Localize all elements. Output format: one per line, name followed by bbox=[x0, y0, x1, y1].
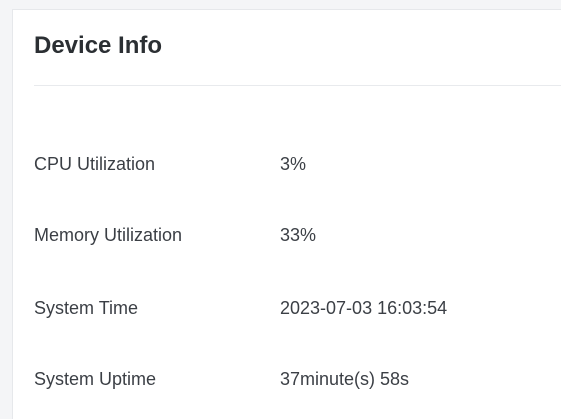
device-info-card: Device Info CPU Utilization 3% Memory Ut… bbox=[12, 9, 561, 419]
system-uptime-value: 37minute(s) 58s bbox=[280, 369, 410, 389]
system-time-value: 2023-07-03 16:03:54 bbox=[280, 298, 448, 318]
cpu-utilization-value: 3% bbox=[280, 154, 307, 174]
device-info-title: Device Info bbox=[34, 32, 163, 59]
cpu-utilization-label: CPU Utilization bbox=[34, 154, 156, 174]
title-divider bbox=[34, 85, 561, 86]
cpu-utilization-row: CPU Utilization 3% bbox=[34, 152, 554, 176]
memory-utilization-value: 33% bbox=[280, 225, 317, 245]
system-time-row: System Time 2023-07-03 16:03:54 bbox=[34, 296, 554, 320]
memory-utilization-label: Memory Utilization bbox=[34, 225, 183, 245]
memory-utilization-row: Memory Utilization 33% bbox=[34, 223, 554, 247]
system-time-label: System Time bbox=[34, 298, 139, 318]
system-uptime-label: System Uptime bbox=[34, 369, 157, 389]
system-uptime-row: System Uptime 37minute(s) 58s bbox=[34, 367, 554, 391]
